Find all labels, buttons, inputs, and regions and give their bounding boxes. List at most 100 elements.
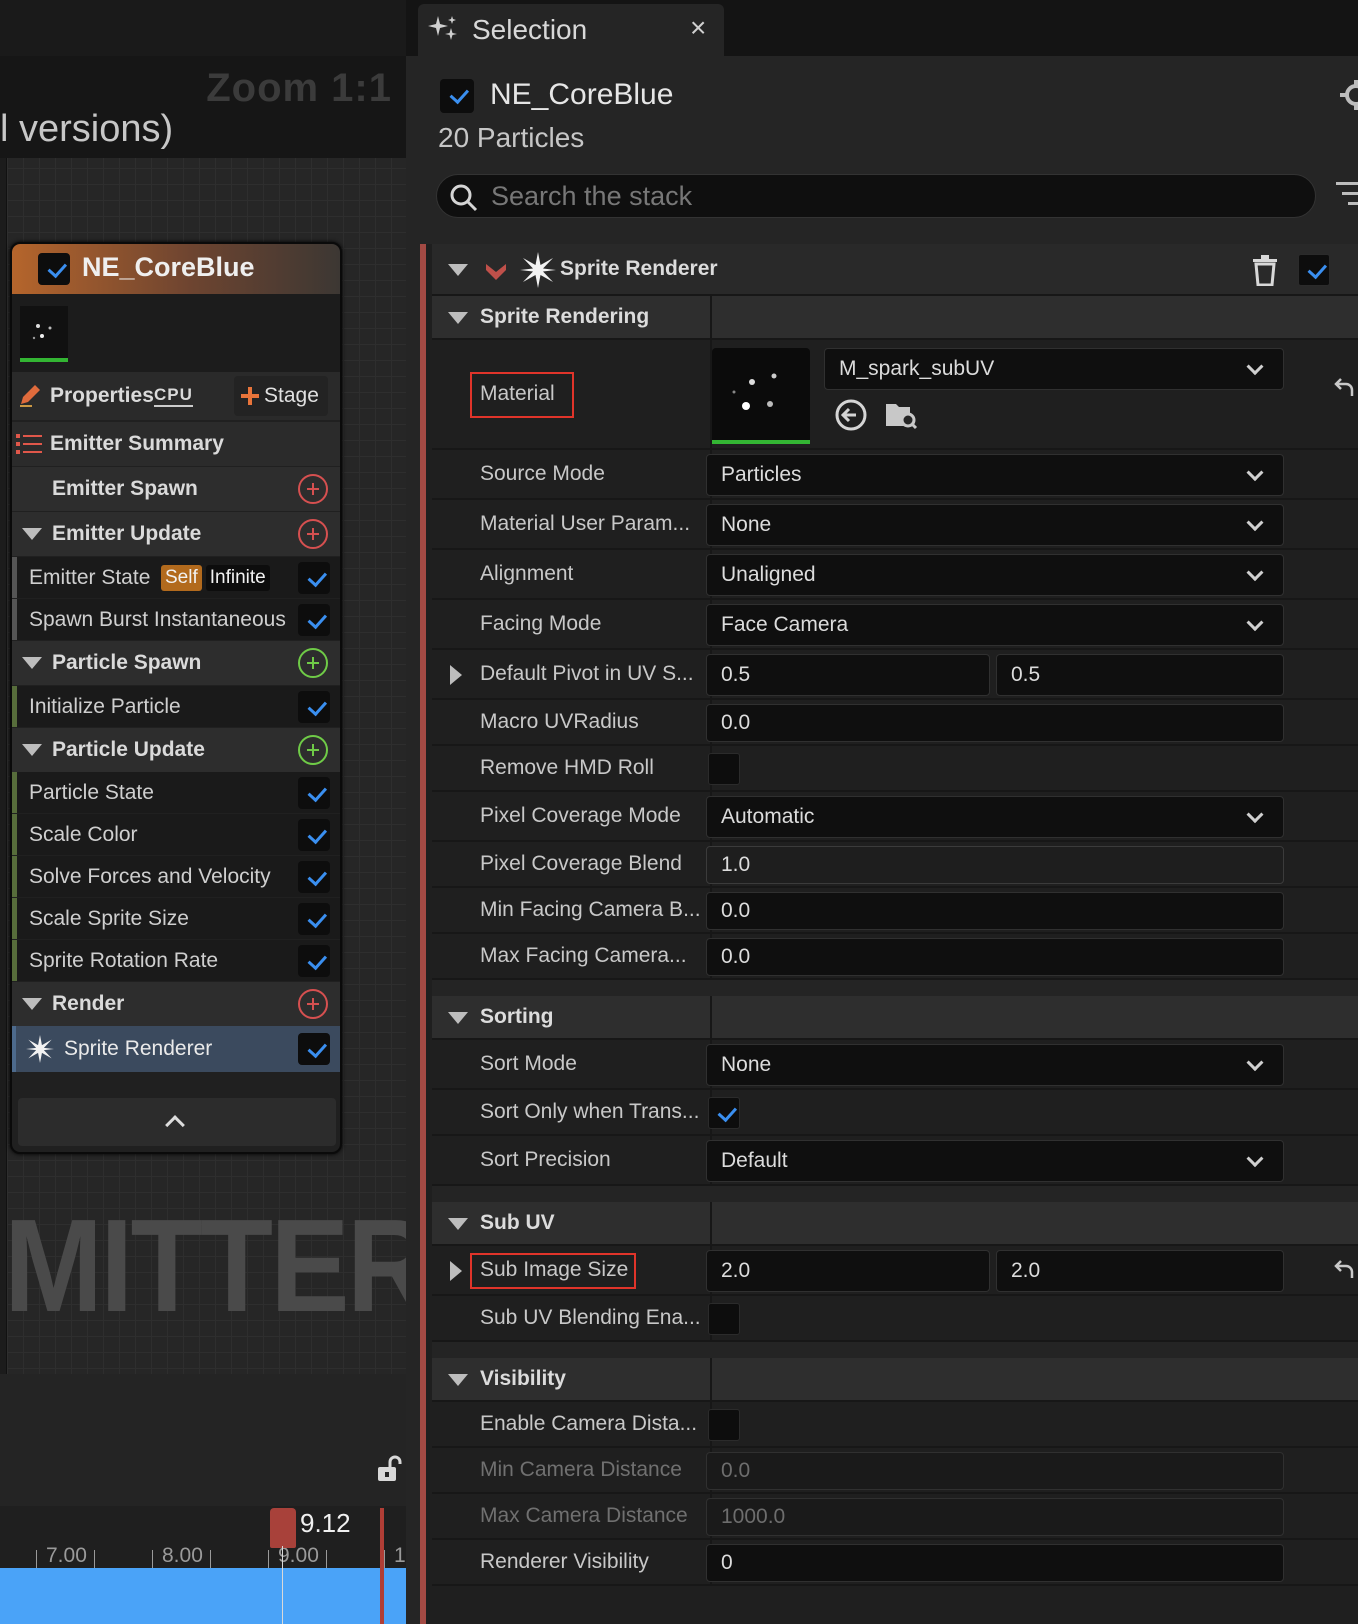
gear-icon[interactable]: [1336, 78, 1358, 112]
module-enabled-checkbox[interactable]: [298, 818, 330, 851]
stack-row-particle-state[interactable]: Particle State: [12, 772, 340, 813]
enable-camera-distance-checkbox[interactable]: [708, 1409, 740, 1441]
collapse-triangle-icon[interactable]: [448, 1218, 468, 1230]
add-module-icon[interactable]: [298, 519, 328, 549]
max-facing-camera-field[interactable]: 0.0: [706, 938, 1284, 976]
material-dropdown[interactable]: M_spark_subUV: [824, 348, 1284, 390]
property-material[interactable]: Material M_spark_subUV: [432, 340, 1358, 450]
collapse-triangle-icon[interactable]: [448, 264, 468, 276]
renderer-visibility-field[interactable]: 0: [706, 1544, 1284, 1582]
pixel-coverage-blend-field[interactable]: 1.0: [706, 846, 1284, 884]
material-user-param-dropdown[interactable]: None: [706, 504, 1284, 546]
properties-row[interactable]: Properties CPU Stage: [12, 372, 340, 420]
sort-only-translucent-checkbox[interactable]: [708, 1097, 740, 1129]
pixel-coverage-mode-dropdown[interactable]: Automatic: [706, 796, 1284, 838]
property-renderer-visibility[interactable]: Renderer Visibility 0: [432, 1540, 1358, 1586]
use-selected-asset-icon[interactable]: [834, 398, 868, 432]
module-enabled-checkbox[interactable]: [298, 902, 330, 935]
sub-image-size-x-field[interactable]: 2.0: [706, 1250, 990, 1292]
emitter-node[interactable]: NE_CoreBlue Properties CPU Stage Emitter…: [10, 242, 342, 1154]
add-module-icon[interactable]: [298, 474, 328, 504]
stack-row-scale-color[interactable]: Scale Color: [12, 814, 340, 855]
property-sub-uv-blending[interactable]: Sub UV Blending Ena...: [432, 1296, 1358, 1342]
property-remove-hmd-roll[interactable]: Remove HMD Roll: [432, 746, 1358, 792]
tab-selection[interactable]: Selection ×: [418, 4, 724, 56]
stack-row-particle-update[interactable]: Particle Update: [12, 728, 340, 772]
stack-row-scale-sprite-size[interactable]: Scale Sprite Size: [12, 898, 340, 939]
stack-row-render[interactable]: Render: [12, 982, 340, 1026]
property-pixel-coverage-mode[interactable]: Pixel Coverage Mode Automatic: [432, 792, 1358, 842]
property-macro-uv-radius[interactable]: Macro UVRadius 0.0: [432, 700, 1358, 746]
expand-triangle-icon[interactable]: [450, 1261, 462, 1281]
module-enabled-checkbox[interactable]: [298, 603, 330, 636]
emitter-enabled-checkbox[interactable]: [38, 253, 70, 285]
emitter-node-header[interactable]: NE_CoreBlue: [12, 244, 340, 294]
reset-to-default-icon[interactable]: [1332, 376, 1358, 402]
module-enabled-checkbox[interactable]: [298, 690, 330, 723]
stack-row-emitter-spawn[interactable]: Emitter Spawn: [12, 467, 340, 511]
end-marker[interactable]: [380, 1508, 384, 1624]
facing-mode-dropdown[interactable]: Face Camera: [706, 604, 1284, 646]
property-max-facing-camera[interactable]: Max Facing Camera... 0.0: [432, 934, 1358, 980]
stack-row-sprite-renderer[interactable]: Sprite Renderer: [12, 1026, 340, 1072]
sub-uv-blending-checkbox[interactable]: [708, 1303, 740, 1335]
module-enabled-checkbox[interactable]: [298, 1033, 330, 1065]
stack-row-initialize-particle[interactable]: Initialize Particle: [12, 686, 340, 727]
module-enabled-checkbox[interactable]: [298, 860, 330, 893]
property-enable-camera-distance[interactable]: Enable Camera Dista...: [432, 1402, 1358, 1448]
property-alignment[interactable]: Alignment Unaligned: [432, 550, 1358, 600]
property-max-camera-distance[interactable]: Max Camera Distance 1000.0: [432, 1494, 1358, 1540]
collapse-triangle-icon[interactable]: [22, 528, 42, 540]
collapse-triangle-icon[interactable]: [22, 657, 42, 669]
module-header-sprite-renderer[interactable]: Sprite Renderer: [432, 244, 1358, 296]
properties-label[interactable]: Properties: [50, 384, 154, 408]
default-pivot-y-field[interactable]: 0.5: [996, 654, 1284, 696]
add-module-icon[interactable]: [298, 648, 328, 678]
emitter-summary-row[interactable]: Emitter Summary: [12, 422, 340, 466]
remove-hmd-roll-checkbox[interactable]: [708, 753, 740, 785]
stack-row-emitter-state[interactable]: Emitter State Self Infinite: [12, 557, 340, 598]
property-sort-only-translucent[interactable]: Sort Only when Trans...: [432, 1090, 1358, 1136]
module-enabled-checkbox[interactable]: [298, 776, 330, 809]
browse-asset-icon[interactable]: [884, 398, 918, 432]
stack-row-spawn-burst-instantaneous[interactable]: Spawn Burst Instantaneous: [12, 599, 340, 640]
stack-row-sprite-rotation-rate[interactable]: Sprite Rotation Rate: [12, 940, 340, 981]
collapse-triangle-icon[interactable]: [22, 998, 42, 1010]
sub-image-size-y-field[interactable]: 2.0: [996, 1250, 1284, 1292]
add-module-icon[interactable]: [298, 735, 328, 765]
collapse-triangle-icon[interactable]: [448, 1012, 468, 1024]
emitter-enable-checkbox[interactable]: [440, 79, 474, 113]
property-sort-precision[interactable]: Sort Precision Default: [432, 1136, 1358, 1186]
collapse-node-button[interactable]: [18, 1098, 336, 1146]
module-enabled-checkbox[interactable]: [298, 561, 330, 594]
sort-mode-dropdown[interactable]: None: [706, 1044, 1284, 1086]
property-min-facing-camera[interactable]: Min Facing Camera B... 0.0: [432, 888, 1358, 934]
timeline-range-bar[interactable]: [0, 1568, 406, 1624]
alignment-dropdown[interactable]: Unaligned: [706, 554, 1284, 596]
search-bar[interactable]: [436, 174, 1316, 218]
property-min-camera-distance[interactable]: Min Camera Distance 0.0: [432, 1448, 1358, 1494]
module-enabled-checkbox[interactable]: [1298, 254, 1330, 286]
source-mode-dropdown[interactable]: Particles: [706, 454, 1284, 496]
section-visibility[interactable]: Visibility: [432, 1358, 1358, 1402]
filter-icon[interactable]: [1336, 180, 1358, 210]
section-sorting[interactable]: Sorting: [432, 996, 1358, 1040]
expand-triangle-icon[interactable]: [450, 665, 462, 685]
graph-canvas[interactable]: Zoom 1:1 l versions) MITTER 7.00 8.00 9.…: [0, 0, 406, 1624]
search-input[interactable]: [491, 181, 1291, 211]
lock-open-icon[interactable]: [376, 1454, 402, 1484]
close-icon[interactable]: ×: [690, 12, 706, 44]
material-thumbnail[interactable]: [712, 348, 810, 444]
macro-uv-radius-field[interactable]: 0.0: [706, 704, 1284, 742]
reset-to-default-icon[interactable]: [1332, 1258, 1358, 1284]
collapse-triangle-icon[interactable]: [448, 312, 468, 324]
min-facing-camera-field[interactable]: 0.0: [706, 892, 1284, 930]
property-pixel-coverage-blend[interactable]: Pixel Coverage Blend 1.0: [432, 842, 1358, 888]
add-module-icon[interactable]: [298, 989, 328, 1019]
property-material-user-param[interactable]: Material User Param... None: [432, 500, 1358, 550]
trash-icon[interactable]: [1252, 254, 1278, 286]
stack-row-particle-spawn[interactable]: Particle Spawn: [12, 641, 340, 685]
sort-precision-dropdown[interactable]: Default: [706, 1140, 1284, 1182]
property-sort-mode[interactable]: Sort Mode None: [432, 1040, 1358, 1090]
collapse-triangle-icon[interactable]: [448, 1374, 468, 1386]
